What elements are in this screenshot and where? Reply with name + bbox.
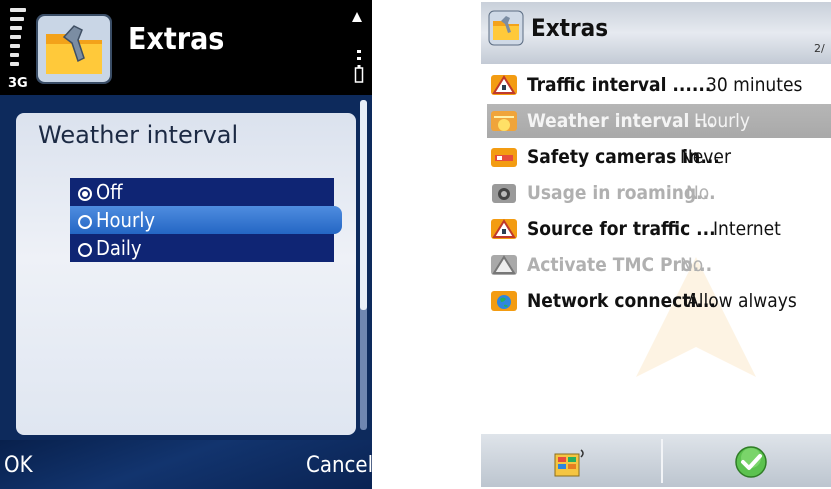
profile-icon (352, 12, 362, 22)
toolbar-divider (661, 439, 663, 483)
tmc-icon (491, 255, 517, 275)
row-label: Source for traffic ... (527, 218, 716, 240)
page-indicator: 2/ (814, 42, 825, 55)
row-value: No (680, 254, 704, 276)
left-phone-screen: 3G Extras Weather interval Off Hourly Da… (0, 0, 372, 489)
row-value: Allow always (687, 290, 797, 312)
ok-softkey[interactable]: OK (4, 453, 33, 478)
option-label: Daily (96, 236, 142, 260)
settings-row-usage-in-roaming[interactable]: Usage in roaming... No (487, 176, 831, 210)
options-menu-button[interactable] (554, 449, 586, 477)
title-bar: Extras 2/ (481, 2, 831, 64)
radio-option-list: Off Hourly Daily (70, 178, 342, 262)
traffic-warning-icon (491, 75, 517, 95)
traffic-source-icon (491, 219, 517, 239)
option-label: Hourly (96, 208, 155, 232)
settings-row-network-connection[interactable]: Network connecti... Allow always (487, 284, 831, 318)
settings-row-traffic-interval[interactable]: Traffic interval ...... 30 minutes (487, 68, 831, 102)
row-value: Never (680, 146, 731, 168)
weather-sun-icon (491, 111, 517, 131)
settings-row-source-for-traffic[interactable]: Source for traffic ... Internet (487, 212, 831, 246)
radio-checked-icon (78, 187, 92, 201)
option-label: Off (96, 180, 123, 204)
settings-row-activate-tmc-pro[interactable]: Activate TMC Pro... No (487, 248, 831, 282)
row-label: Weather interval ... (527, 110, 715, 132)
dialog-title: Weather interval (38, 121, 239, 149)
extras-folder-icon (36, 14, 112, 84)
row-value: 30 minutes (706, 74, 803, 96)
option-off[interactable]: Off (70, 178, 334, 206)
option-daily[interactable]: Daily (70, 234, 334, 262)
scrollbar-thumb[interactable] (360, 100, 367, 310)
safety-camera-icon (491, 148, 517, 167)
app-title: Extras (128, 22, 225, 57)
scrollbar[interactable] (360, 100, 367, 430)
row-value: Hourly (694, 110, 751, 132)
row-value: Internet (713, 218, 781, 240)
roaming-icon (492, 184, 516, 203)
cancel-softkey[interactable]: Cancel (306, 453, 372, 478)
weather-interval-dialog: Weather interval (16, 113, 356, 435)
extras-folder-icon (488, 10, 524, 46)
toolbar (481, 434, 831, 487)
settings-row-weather-interval[interactable]: Weather interval ... Hourly (487, 104, 831, 138)
right-phone-screen: Extras 2/ Traffic interval ...... 30 min… (481, 2, 831, 487)
globe-icon (491, 291, 517, 311)
row-value: No (686, 182, 710, 204)
settings-row-safety-cameras[interactable]: Safety cameras in... Never (487, 140, 831, 174)
app-title: Extras (531, 14, 609, 42)
radio-unchecked-icon (78, 243, 92, 257)
battery-icon (354, 50, 364, 83)
network-type-label: 3G (8, 76, 28, 91)
radio-unchecked-icon (78, 215, 92, 229)
status-header: 3G Extras (0, 0, 372, 95)
row-label: Traffic interval ...... (527, 74, 712, 96)
select-checkmark-button[interactable] (734, 445, 768, 479)
option-hourly[interactable]: Hourly (70, 206, 342, 234)
